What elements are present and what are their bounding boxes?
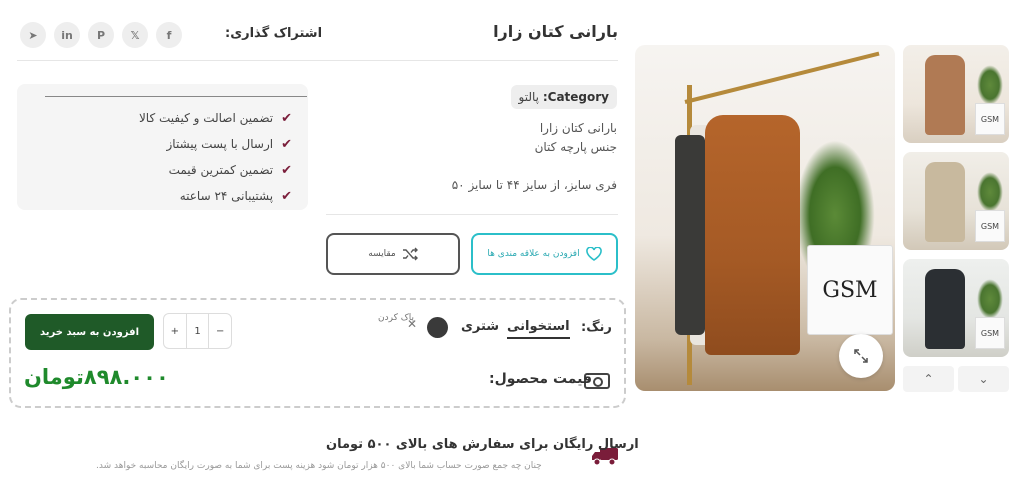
thumbnail-list: GSM GSM GSM xyxy=(903,45,1009,366)
divider xyxy=(17,60,618,61)
color-label: رنگ: xyxy=(581,320,612,335)
thumb-prev-button[interactable]: ⌃ xyxy=(903,366,954,392)
check-icon: ✔ xyxy=(281,136,292,152)
color-swatch[interactable] xyxy=(427,317,448,338)
guarantee-label: پشتیبانی ۲۴ ساعته xyxy=(179,189,274,203)
quantity-value[interactable]: 1 xyxy=(185,314,210,348)
expand-icon xyxy=(854,349,868,363)
color-option-camel[interactable]: شتری xyxy=(461,319,499,334)
heart-icon xyxy=(585,247,602,261)
coat-main-shape xyxy=(705,115,800,355)
social-share-list: ➤ in P 𝕏 f xyxy=(20,22,182,48)
description-line: بارانی کتان زارا xyxy=(539,121,617,135)
product-title: بارانی کتان زارا xyxy=(493,22,618,41)
wishlist-button[interactable]: افزودن به علاقه مندی ها xyxy=(471,233,618,275)
coat-shape xyxy=(925,55,965,135)
telegram-icon[interactable]: ➤ xyxy=(20,22,46,48)
guarantee-item: ✔ تضمین کمترین قیمت xyxy=(31,157,294,183)
close-icon: ✕ xyxy=(406,317,417,331)
guarantee-item: ✔ تضمین اصالت و کیفیت کالا xyxy=(31,105,294,131)
check-icon: ✔ xyxy=(281,188,292,204)
chevron-down-icon: ⌄ xyxy=(978,372,989,386)
plant-shape xyxy=(977,65,1003,105)
facebook-icon[interactable]: f xyxy=(156,22,182,48)
description-line: فری سایز، از سایز ۴۴ تا سایز ۵۰ xyxy=(451,178,617,192)
price-value: ۸۹۸.۰۰۰تومان xyxy=(24,365,169,389)
bag-shape: GSM xyxy=(975,103,1005,135)
bag-shape: GSM xyxy=(975,210,1005,242)
guarantee-item: ✔ ارسال با پست پیشتاز xyxy=(31,131,294,157)
guarantees-box: ✔ تضمین اصالت و کیفیت کالا ✔ ارسال با پست … xyxy=(17,84,308,210)
add-to-cart-button[interactable]: افزودن به سبد خرید xyxy=(25,314,154,350)
wishlist-label: افزودن به علاقه مندی ها xyxy=(487,249,580,259)
color-option-bone[interactable]: استخوانی xyxy=(507,319,570,339)
thumbnail-2[interactable]: GSM xyxy=(903,152,1009,250)
coat-shape xyxy=(925,269,965,349)
share-label: اشتراک گذاری: xyxy=(225,26,323,41)
plant-shape xyxy=(977,279,1003,319)
check-icon: ✔ xyxy=(281,162,292,178)
plant-shape xyxy=(977,172,1003,212)
coat-shape xyxy=(925,162,965,242)
guarantee-item: ✔ پشتیبانی ۲۴ ساعته xyxy=(31,183,294,209)
category-label: Category: xyxy=(542,90,609,104)
shopping-bag-shape: GSM xyxy=(807,245,893,335)
shipping-note: چنان چه جمع صورت حساب شما بالای ۵۰۰ هزار… xyxy=(96,461,542,471)
shipping-title: ارسال رایگان برای سفارش های بالای ۵۰۰ تو… xyxy=(326,437,639,452)
compare-label: مقایسه xyxy=(368,249,396,259)
shuffle-icon xyxy=(402,247,418,261)
coat-dark-shape xyxy=(675,135,705,335)
increase-button[interactable]: + xyxy=(164,326,186,337)
compare-button[interactable]: مقایسه xyxy=(326,233,460,275)
guarantee-label: تضمین اصالت و کیفیت کالا xyxy=(138,111,274,125)
thumbnail-1[interactable]: GSM xyxy=(903,45,1009,143)
linkedin-icon[interactable]: in xyxy=(54,22,80,48)
price-label: قیمت محصول: xyxy=(489,371,593,387)
guarantee-label: ارسال با پست پیشتاز xyxy=(166,137,274,151)
divider xyxy=(45,96,307,97)
quantity-stepper: + 1 − xyxy=(163,313,232,349)
category-badge: Category: پالتو xyxy=(510,85,617,109)
bag-shape: GSM xyxy=(975,317,1005,349)
description-line: جنس پارچه کتان xyxy=(534,140,617,154)
rack-rail xyxy=(684,51,880,104)
zoom-button[interactable] xyxy=(839,334,883,378)
thumbnail-3[interactable]: GSM xyxy=(903,259,1009,357)
thumb-next-button[interactable]: ⌄ xyxy=(958,366,1009,392)
clear-selection-button[interactable]: ✕ پاک کردن xyxy=(375,313,417,330)
thumbnail-nav: ⌃ ⌄ xyxy=(903,366,1009,392)
x-icon[interactable]: 𝕏 xyxy=(122,22,148,48)
guarantee-label: تضمین کمترین قیمت xyxy=(168,163,274,177)
divider xyxy=(326,214,618,215)
check-icon: ✔ xyxy=(281,110,292,126)
decrease-button[interactable]: − xyxy=(209,326,231,337)
category-link[interactable]: پالتو xyxy=(519,90,539,104)
chevron-up-icon: ⌃ xyxy=(923,372,934,386)
pinterest-icon[interactable]: P xyxy=(88,22,114,48)
